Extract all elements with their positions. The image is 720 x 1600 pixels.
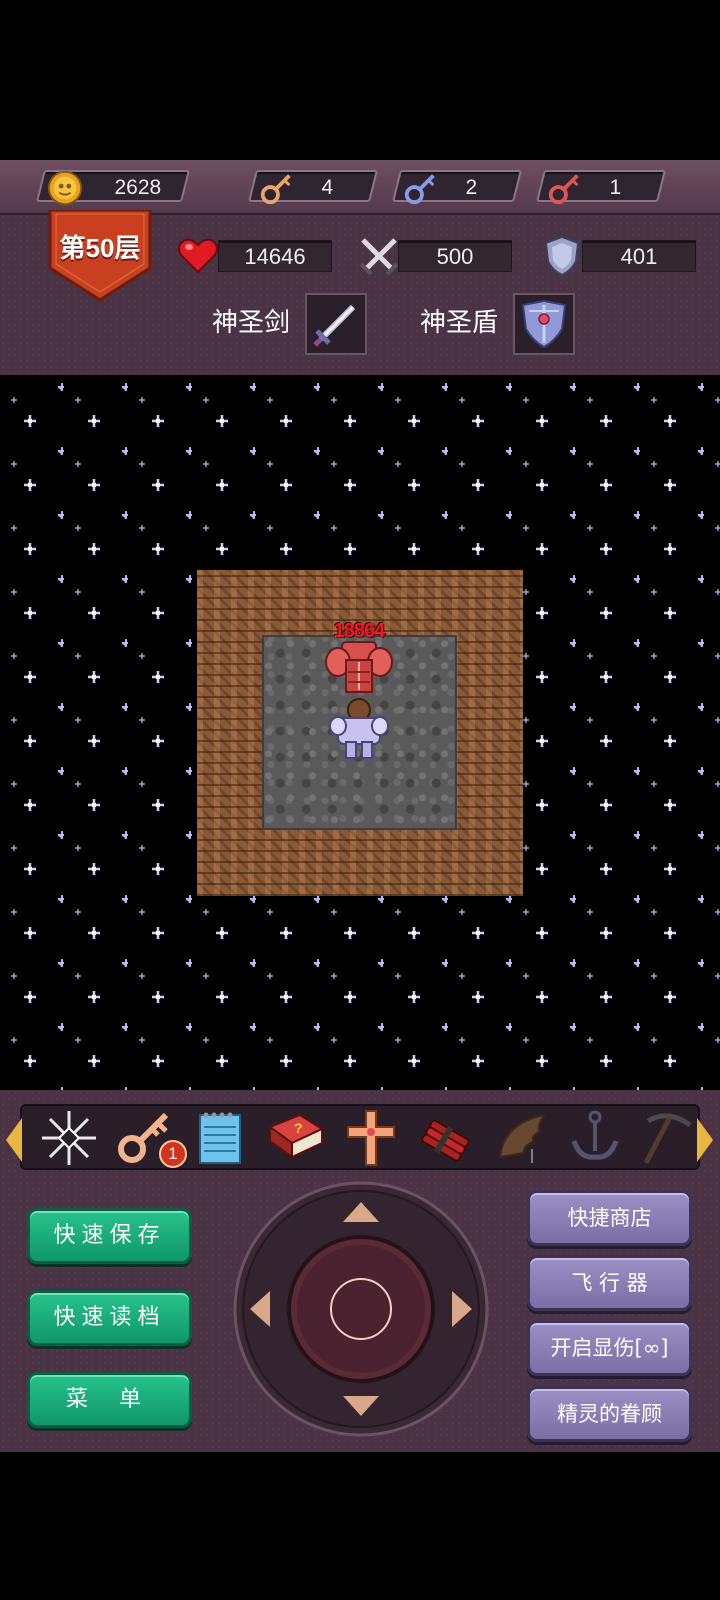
attack-value: 500 <box>436 244 474 269</box>
quick-save-button[interactable]: 快速保存 <box>27 1208 192 1264</box>
gold-coin-icon <box>47 170 83 206</box>
red-key-icon <box>548 174 579 205</box>
hero-player <box>329 698 389 759</box>
dpad-down-button[interactable] <box>339 1392 383 1420</box>
quick-load-button[interactable]: 快速读档 <box>27 1290 192 1346</box>
key-count-badge: 1 <box>159 1140 187 1168</box>
hp-box: 14646 <box>218 240 332 272</box>
attack-box: 500 <box>398 240 512 272</box>
shield-slot[interactable] <box>513 293 575 355</box>
snowflake-icon[interactable] <box>38 1107 100 1169</box>
shield-icon <box>544 235 580 277</box>
red-key-count: 1 <box>609 176 622 199</box>
quick-shop-button[interactable]: 快捷商店 <box>527 1190 692 1246</box>
tower-room: 18864 <box>197 570 523 896</box>
dpad-left-button[interactable] <box>246 1287 274 1331</box>
flyer-button[interactable]: 飞 行 器 <box>527 1255 692 1311</box>
heart-icon <box>178 238 218 274</box>
yellow-key-icon <box>260 174 291 205</box>
yellow-key-count: 4 <box>321 176 334 199</box>
direction-pad <box>232 1180 490 1438</box>
dynamite-icon[interactable] <box>416 1107 478 1169</box>
gold-value: 2628 <box>114 176 162 199</box>
dpad-right-button[interactable] <box>448 1287 476 1331</box>
crossed-swords-icon <box>359 238 399 276</box>
hp-value: 14646 <box>244 244 306 269</box>
item-toolbar: ? <box>20 1104 700 1170</box>
show-damage-button[interactable]: 开启显伤[∞] <box>527 1320 692 1376</box>
toolbar-scroll-left-button[interactable] <box>6 1118 22 1162</box>
cross-icon[interactable] <box>340 1107 402 1169</box>
svg-text:?: ? <box>294 1120 303 1136</box>
weapon-name: 神圣剑 <box>212 308 291 338</box>
defense-box: 401 <box>582 240 696 272</box>
anchor-icon[interactable] <box>564 1107 626 1169</box>
toolbar-scroll-right-button[interactable] <box>697 1118 713 1162</box>
blue-key-icon <box>404 174 435 205</box>
resource-bar: 2628 4 2 1 <box>0 160 720 215</box>
wing-icon[interactable] <box>490 1107 552 1169</box>
shield-name: 神圣盾 <box>420 308 499 338</box>
dpad-center-button[interactable] <box>331 1279 391 1339</box>
sacred-sword-icon <box>313 304 356 347</box>
red-knight-enemy[interactable] <box>324 638 394 702</box>
weapon-slot[interactable] <box>305 293 367 355</box>
notebook-icon[interactable] <box>190 1107 252 1169</box>
floor-label: 第50层 <box>59 233 141 263</box>
monster-manual-icon[interactable]: ? <box>264 1107 326 1169</box>
pickaxe-icon[interactable] <box>638 1107 694 1169</box>
status-panel: 2628 4 2 1 第50层 14646 500 401 神圣剑 神圣盾 <box>0 160 720 375</box>
sacred-shield-icon <box>521 299 567 349</box>
floor-indicator: 第50层 <box>48 210 152 302</box>
game-map[interactable]: 18864 <box>0 375 720 1090</box>
menu-button[interactable]: 菜 单 <box>27 1372 192 1428</box>
defense-value: 401 <box>620 244 658 269</box>
dpad-up-button[interactable] <box>339 1198 383 1226</box>
fairy-blessing-button[interactable]: 精灵的眷顾 <box>527 1386 692 1442</box>
blue-key-count: 2 <box>465 176 478 199</box>
